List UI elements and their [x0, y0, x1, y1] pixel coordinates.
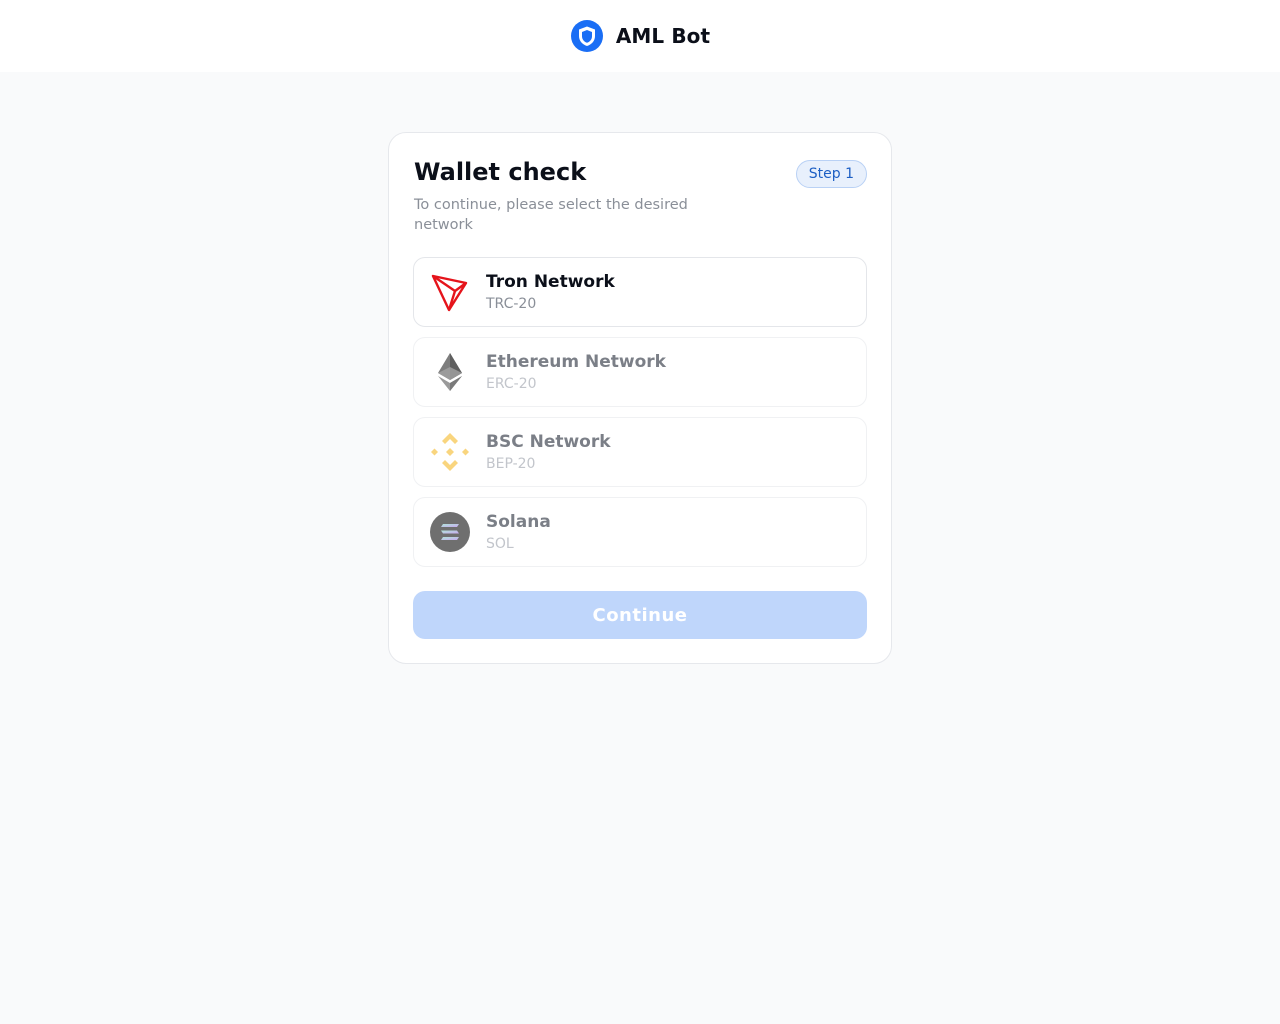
step-badge: Step 1 [795, 160, 867, 188]
network-name: Solana [486, 512, 551, 532]
ethereum-icon [430, 352, 470, 392]
network-list: Tron Network TRC-20 Ethereum Network ERC… [413, 257, 867, 577]
tron-icon [430, 272, 470, 312]
network-option-tron[interactable]: Tron Network TRC-20 [413, 257, 867, 327]
network-code: SOL [486, 536, 514, 552]
top-bar: AML Bot [0, 0, 1280, 72]
network-name: Tron Network [486, 272, 615, 292]
subtitle: To continue, please select the desired n… [414, 197, 688, 233]
brand[interactable]: AML Bot [570, 19, 710, 53]
network-option-solana[interactable]: Solana SOL [413, 497, 867, 567]
network-name: BSC Network [486, 432, 611, 452]
network-option-ethereum[interactable]: Ethereum Network ERC-20 [413, 337, 867, 407]
continue-button[interactable]: Continue [413, 591, 867, 639]
brand-name: AML Bot [615, 24, 711, 48]
network-name: Ethereum Network [486, 352, 666, 372]
solana-icon [430, 512, 470, 552]
network-code: ERC-20 [486, 376, 537, 392]
wallet-check-card: Wallet check Step 1 To continue, please … [388, 132, 892, 664]
page-title: Wallet check [414, 158, 587, 186]
network-code: TRC-20 [486, 296, 537, 312]
binance-icon [430, 432, 470, 472]
network-option-bsc[interactable]: BSC Network BEP-20 [413, 417, 867, 487]
shield-icon [570, 20, 603, 52]
network-code: BEP-20 [486, 456, 536, 472]
